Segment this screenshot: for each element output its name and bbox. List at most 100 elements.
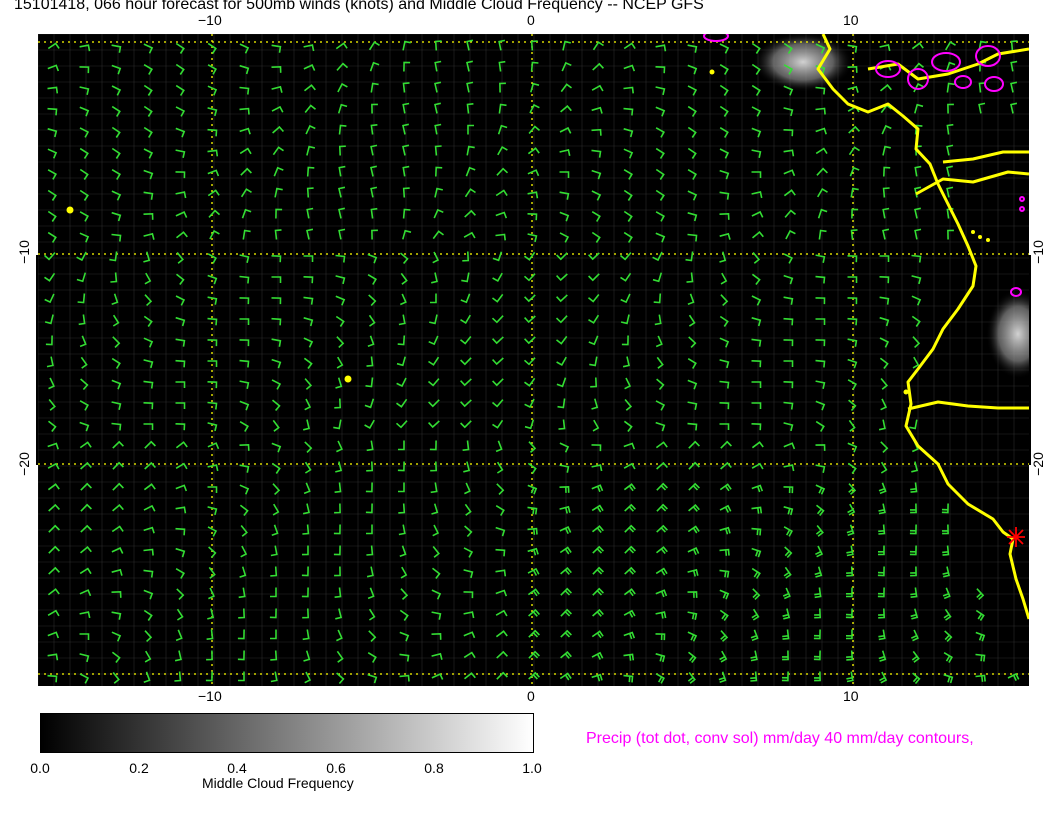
wind-barb-342 [556, 273, 568, 282]
wind-barb-874 [238, 671, 245, 682]
wind-barb-806 [943, 608, 952, 621]
wind-barb-477 [396, 377, 407, 388]
wind-barb-585 [335, 461, 343, 473]
wind-barb-369 [524, 294, 536, 303]
wind-barb-94 [79, 106, 90, 117]
wind-barb-288 [655, 232, 666, 243]
wind-barb-428 [621, 335, 629, 346]
wind-barb-319 [719, 251, 727, 263]
wind-barb-380 [879, 296, 890, 305]
wind-barb-312 [492, 251, 503, 262]
wind-barb-608 [175, 484, 188, 492]
wind-barb-208 [883, 166, 891, 177]
wind-barb-613 [334, 482, 342, 493]
wind-barb-399 [588, 314, 600, 324]
wind-barb-647 [527, 506, 538, 515]
wind-barb-820 [431, 632, 442, 640]
wind-barb-790 [431, 611, 442, 620]
wind-barb-878 [367, 673, 378, 684]
wind-barb-384 [112, 314, 120, 327]
wind-barb-264 [817, 208, 828, 219]
wind-barb-471 [207, 381, 218, 389]
cloud-patch-east [986, 289, 1029, 379]
wind-barb-391 [335, 315, 345, 327]
wind-barb-517 [815, 400, 826, 411]
wind-barb-564 [559, 442, 570, 453]
wind-barb-117 [815, 107, 826, 115]
wind-barb-603 [911, 461, 919, 473]
wind-barb-67 [207, 85, 218, 96]
wind-barb-240 [47, 210, 57, 222]
wind-barb-641 [334, 503, 341, 514]
wind-barb-665 [175, 527, 186, 536]
wind-barb-82 [687, 85, 698, 96]
wind-barb-301 [143, 251, 151, 263]
wind-barb-176 [783, 149, 795, 157]
wind-barb-447 [336, 356, 344, 369]
wind-barb-300 [109, 251, 118, 262]
wind-barb-130 [239, 127, 251, 135]
wind-barb-379 [847, 297, 858, 305]
wind-barb-792 [495, 609, 508, 617]
wind-barb-593 [591, 464, 603, 472]
wind-barb-349 [783, 274, 794, 285]
wind-barb-0 [47, 42, 60, 50]
wind-barb-644 [431, 503, 439, 515]
wind-barb-478 [427, 378, 440, 387]
wind-barb-548 [47, 442, 59, 450]
wind-barb-364 [368, 294, 377, 307]
wind-barb-140 [559, 126, 572, 134]
wind-barb-510 [591, 398, 599, 410]
wind-barb-173 [687, 147, 697, 159]
wind-barb-71 [337, 82, 348, 93]
wind-barb-838 [47, 653, 59, 661]
wind-barb-413 [143, 337, 154, 348]
wind-barb-2 [111, 44, 122, 53]
left-tick-neg20: −20 [15, 452, 32, 476]
wind-barb-356 [111, 293, 119, 305]
right-tick-neg10: −10 [1029, 240, 1046, 264]
wind-barb-96 [143, 105, 153, 117]
wind-barb-21 [719, 43, 730, 54]
wind-barb-672 [398, 524, 406, 536]
wind-barb-329 [144, 272, 152, 285]
wind-barb-616 [430, 482, 438, 494]
wind-barb-807 [975, 609, 985, 621]
wind-barb-535 [524, 419, 535, 430]
wind-barb-730 [400, 566, 408, 579]
wind-barb-308 [367, 253, 378, 264]
wind-barb-366 [430, 293, 437, 304]
wind-barb-499 [239, 400, 250, 411]
wind-barb-891 [781, 671, 789, 682]
wind-barb-396 [491, 315, 504, 324]
wind-barb-815 [270, 629, 277, 640]
wind-barb-350 [815, 275, 826, 284]
wind-barb-434 [815, 339, 826, 347]
wind-barb-426 [556, 335, 568, 345]
wind-barb-528 [303, 419, 310, 431]
wind-barb-612 [303, 482, 311, 495]
wind-barb-280 [402, 229, 412, 240]
wind-barb-518 [848, 399, 857, 412]
colorbar-tick-4: 0.8 [424, 760, 444, 776]
wind-barb-229 [623, 189, 633, 201]
wind-barb-480 [492, 378, 504, 387]
wind-barb-732 [463, 569, 474, 579]
wind-barb-688 [909, 524, 917, 535]
wind-barb-77 [530, 82, 540, 93]
wind-barb-83 [719, 84, 729, 96]
wind-barb-866 [943, 652, 953, 663]
wind-barb-243 [143, 212, 154, 220]
wind-barb-734 [527, 567, 540, 576]
wind-barb-863 [846, 650, 854, 661]
wind-barb-381 [911, 295, 922, 306]
wind-barb-218 [274, 187, 283, 198]
wind-barb-421 [397, 335, 406, 346]
wind-barb-286 [591, 231, 601, 243]
wind-barb-617 [464, 482, 471, 495]
wind-barb-694 [175, 547, 186, 558]
wind-barb-41 [369, 61, 380, 72]
wind-barb-452 [492, 357, 504, 366]
wind-barb-144 [687, 126, 697, 138]
wind-barb-725 [239, 566, 247, 578]
